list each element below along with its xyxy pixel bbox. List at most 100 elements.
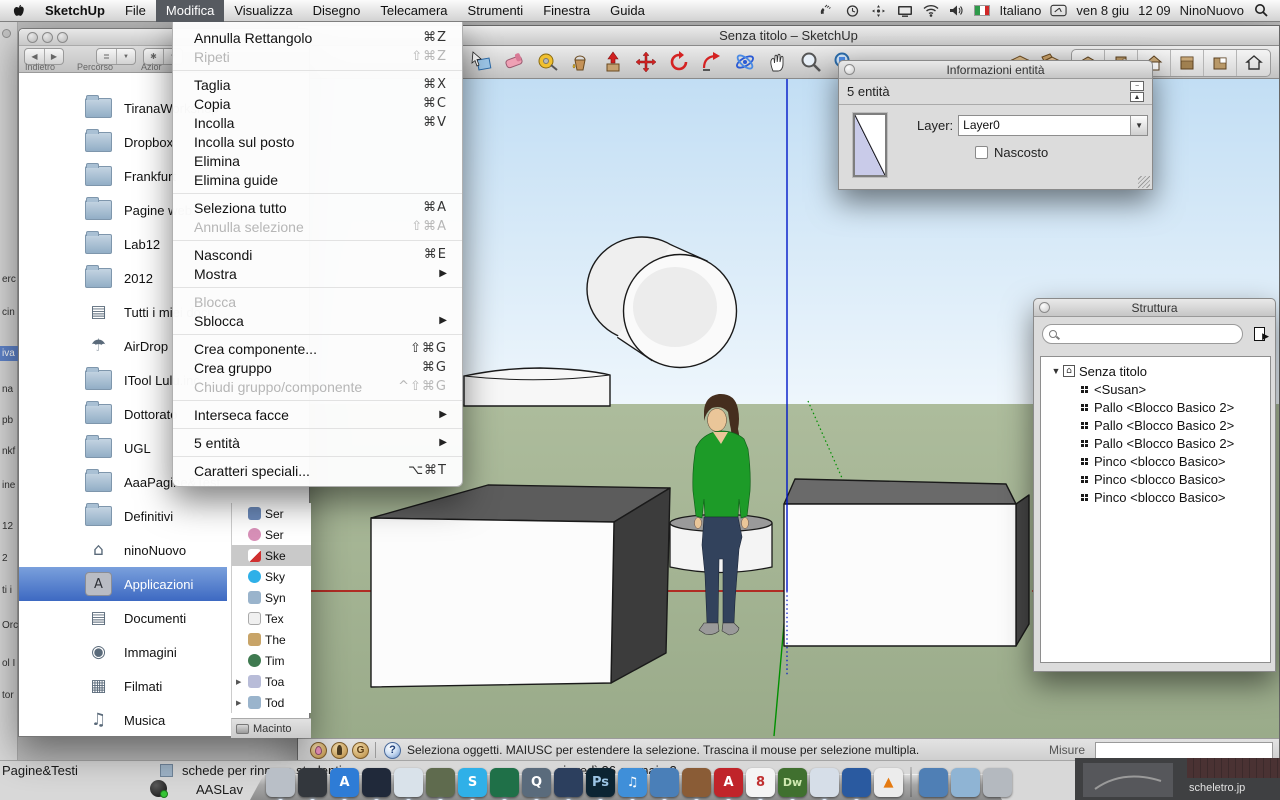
entity-info-titlebar[interactable]: Informazioni entità xyxy=(839,61,1152,79)
menu-item-crea-gruppo[interactable]: Crea gruppo⌘G xyxy=(173,358,462,377)
hidden-checkbox[interactable] xyxy=(975,146,988,159)
select-tool-icon[interactable] xyxy=(468,49,494,75)
tree-root-row[interactable]: ▼ ⌂ Senza titolo xyxy=(1041,362,1270,380)
menubar-item-strumenti[interactable]: Strumenti xyxy=(458,0,534,22)
menu-item-crea-componente[interactable]: Crea componente...⇧⌘G xyxy=(173,339,462,358)
dock-itunes[interactable]: ♫ xyxy=(618,768,647,797)
folder-row-selected[interactable]: AApplicazioni xyxy=(19,567,227,601)
dock-dark-globe-app[interactable] xyxy=(362,768,391,797)
accessibility-icon[interactable] xyxy=(870,3,887,18)
dock-utility-app[interactable] xyxy=(266,768,295,797)
dock-trash[interactable] xyxy=(983,768,1012,797)
view-home-button[interactable] xyxy=(1237,50,1270,76)
close-icon[interactable] xyxy=(27,32,38,43)
time-machine-icon[interactable] xyxy=(844,3,861,18)
menubar-item-modifica[interactable]: Modifica xyxy=(156,0,224,22)
menu-item-elimina-guide[interactable]: Elimina guide xyxy=(173,170,462,189)
disclosure-right-icon[interactable]: ▶ xyxy=(236,699,244,707)
menubar-item-finestra[interactable]: Finestra xyxy=(533,0,600,22)
models-icon[interactable]: G xyxy=(352,742,369,759)
app-row-expandable[interactable]: ▶Tod xyxy=(232,692,311,713)
outliner-titlebar[interactable]: Struttura xyxy=(1034,299,1275,317)
dock-firefox[interactable] xyxy=(842,768,871,797)
app-row[interactable]: Sky xyxy=(232,566,311,587)
disclosure-right-icon[interactable]: ▶ xyxy=(236,678,244,686)
dock-dreamweaver[interactable]: Dw xyxy=(778,768,807,797)
tree-item[interactable]: Pallo <Blocco Basico 2> xyxy=(1041,434,1270,452)
dropdown-arrow-icon[interactable]: ▼ xyxy=(116,49,135,64)
spotlight-icon[interactable] xyxy=(1253,3,1270,18)
menubar-item-disegno[interactable]: Disegno xyxy=(303,0,371,22)
dock-screen-sharing[interactable] xyxy=(650,768,679,797)
box-right[interactable] xyxy=(784,479,1029,646)
menu-item-sblocca[interactable]: Sblocca▶ xyxy=(173,311,462,330)
cylinder-left[interactable] xyxy=(464,368,610,406)
dock-downloads-folder[interactable] xyxy=(919,768,948,797)
menubar-username[interactable]: NinoNuovo xyxy=(1180,3,1244,18)
menubar-app-name[interactable]: SketchUp xyxy=(35,0,115,22)
menubar-item-visualizza[interactable]: Visualizza xyxy=(224,0,302,22)
menu-item-elimina[interactable]: Elimina xyxy=(173,151,462,170)
dock-app-store[interactable]: A xyxy=(330,768,359,797)
zoom-tool-icon[interactable] xyxy=(798,49,824,75)
menu-item-mostra[interactable]: Mostra▶ xyxy=(173,264,462,283)
menu-item-incolla-sul-posto[interactable]: Incolla sul posto xyxy=(173,132,462,151)
measure-input[interactable] xyxy=(1095,742,1273,759)
resize-grip[interactable] xyxy=(1138,176,1150,188)
menu-item-caratteri-speciali[interactable]: Caratteri speciali...⌥⌘T xyxy=(173,461,462,480)
menu-item-interseca-facce[interactable]: Interseca facce▶ xyxy=(173,405,462,424)
app-row[interactable]: Ser xyxy=(232,524,311,545)
menubar-time[interactable]: 12 09 xyxy=(1138,3,1171,18)
app-row[interactable]: Tex xyxy=(232,608,311,629)
menubar-item-guida[interactable]: Guida xyxy=(600,0,655,22)
dock-vlc[interactable]: ▲ xyxy=(874,768,903,797)
display-icon[interactable] xyxy=(896,3,913,18)
close-icon[interactable] xyxy=(844,64,855,75)
dock-adobe-reader[interactable]: A xyxy=(714,768,743,797)
app-row-expandable[interactable]: ▶Toa xyxy=(232,671,311,692)
tree-item[interactable]: Pinco <blocco Basico> xyxy=(1041,452,1270,470)
menubar-date[interactable]: ven 8 giu xyxy=(1076,3,1129,18)
menu-item-incolla[interactable]: Incolla⌘V xyxy=(173,113,462,132)
dock-skype[interactable]: S xyxy=(458,768,487,797)
move-tool-icon[interactable] xyxy=(633,49,659,75)
folder-row[interactable]: ▦Filmati xyxy=(19,669,227,703)
app-row[interactable]: Syn xyxy=(232,587,311,608)
menu-item-annulla[interactable]: Annulla Rettangolo⌘Z xyxy=(173,28,462,47)
menu-item-copia[interactable]: Copia⌘C xyxy=(173,94,462,113)
folder-row[interactable]: ◉Immagini xyxy=(19,635,227,669)
app-row[interactable]: Ser xyxy=(232,503,311,524)
search-input[interactable] xyxy=(1061,327,1236,341)
view-top-button[interactable] xyxy=(1171,50,1204,76)
filter-button[interactable]: ▶ xyxy=(1249,324,1269,344)
search-field[interactable] xyxy=(1042,324,1243,344)
folder-row[interactable]: ♫Musica xyxy=(19,703,227,736)
rotate-tool-icon[interactable] xyxy=(666,49,692,75)
app-row-selected[interactable]: Ske xyxy=(232,545,311,566)
dock-dashboard-app[interactable] xyxy=(298,768,327,797)
zoom-icon[interactable] xyxy=(57,32,68,43)
menu-item-nascondi[interactable]: Nascondi⌘E xyxy=(173,245,462,264)
tree-item[interactable]: Pallo <Blocco Basico 2> xyxy=(1041,416,1270,434)
tree-item[interactable]: Pinco <blocco Basico> xyxy=(1041,470,1270,488)
minimize-icon[interactable] xyxy=(42,32,53,43)
orbit-tool-icon[interactable] xyxy=(732,49,758,75)
app-row[interactable]: The xyxy=(232,629,311,650)
app-row[interactable]: Tim xyxy=(232,650,311,671)
paint-bucket-tool-icon[interactable] xyxy=(567,49,593,75)
folder-row[interactable]: ⌂ninoNuovo xyxy=(19,533,227,567)
folder-row[interactable]: ▤Documenti xyxy=(19,601,227,635)
phone-status-icon[interactable] xyxy=(818,3,835,18)
tape-measure-tool-icon[interactable] xyxy=(534,49,560,75)
credit-icon[interactable] xyxy=(331,742,348,759)
dock-rocket-app[interactable] xyxy=(554,768,583,797)
push-pull-tool-icon[interactable] xyxy=(600,49,626,75)
italian-flag-icon[interactable] xyxy=(974,5,990,16)
menubar-item-telecamera[interactable]: Telecamera xyxy=(370,0,457,22)
folder-row[interactable]: Definitivi xyxy=(19,499,227,533)
dock-photoshop[interactable]: Ps xyxy=(586,768,615,797)
menu-item-5-entita[interactable]: 5 entità▶ xyxy=(173,433,462,452)
dock-calendar[interactable]: 8 xyxy=(746,768,775,797)
dropdown-arrow-icon[interactable]: ▼ xyxy=(1130,116,1147,135)
dock-garageband[interactable] xyxy=(682,768,711,797)
